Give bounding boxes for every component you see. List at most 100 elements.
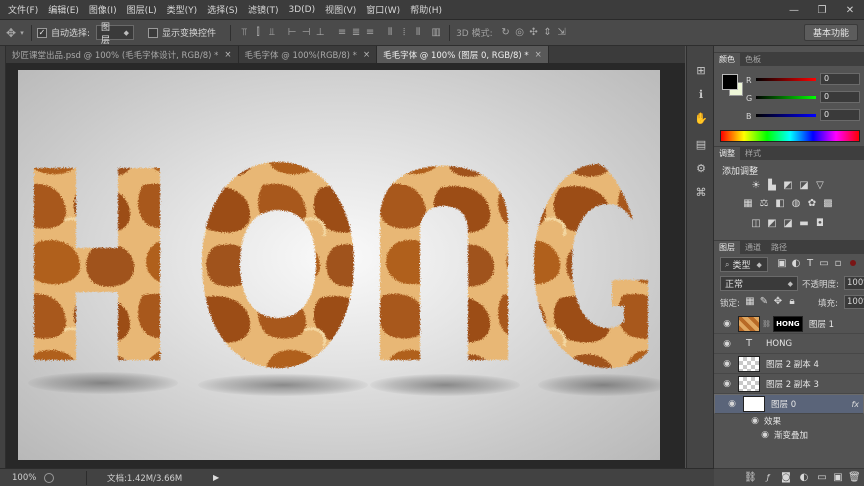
link-layers-icon[interactable]: ⛓: [744, 472, 757, 484]
workspace-button[interactable]: 基本功能: [803, 24, 858, 41]
menu-image[interactable]: 图像(I): [84, 3, 122, 16]
auto-select-checkbox[interactable]: ✓: [37, 27, 47, 38]
g-slider[interactable]: [756, 96, 816, 99]
auto-align-icon[interactable]: ▥: [429, 26, 443, 40]
document-tab[interactable]: 毛毛字体 @ 100%(RGB/8) * ×: [239, 46, 378, 63]
filter-adjustment-icon[interactable]: ◐: [790, 258, 802, 270]
visibility-eye-icon[interactable]: ◉: [720, 339, 734, 349]
color-spectrum[interactable]: [720, 130, 860, 142]
blend-mode-dropdown[interactable]: 正常 ◆: [720, 276, 798, 291]
visibility-eye-icon[interactable]: ◉: [720, 379, 734, 389]
menu-edit[interactable]: 编辑(E): [43, 3, 84, 16]
restore-button[interactable]: ❐: [808, 0, 836, 20]
r-value[interactable]: 0: [820, 73, 860, 85]
3d-roll-icon[interactable]: ◎: [513, 26, 527, 40]
black-white-icon[interactable]: ◧: [774, 198, 786, 210]
align-right-icon[interactable]: ⊥: [313, 26, 327, 40]
lock-position-icon[interactable]: ✥: [772, 296, 784, 308]
menu-select[interactable]: 选择(S): [202, 3, 243, 16]
filter-pixel-icon[interactable]: ▣: [776, 258, 788, 270]
distribute-top-icon[interactable]: ≡: [335, 26, 349, 40]
b-value[interactable]: 0: [820, 109, 860, 121]
character-icon[interactable]: ⚙: [694, 162, 708, 176]
tab-color[interactable]: 颜色: [714, 53, 740, 66]
minimize-button[interactable]: —: [780, 0, 808, 20]
add-mask-icon[interactable]: ◙: [780, 472, 792, 484]
filter-toggle-icon[interactable]: [850, 260, 856, 266]
3d-drag-icon[interactable]: ✣: [527, 26, 541, 40]
distribute-hcenter-icon[interactable]: ⦙: [397, 26, 411, 40]
paragraph-icon[interactable]: ⌘: [694, 186, 708, 200]
fx-badge[interactable]: fx: [851, 400, 859, 409]
align-vcenter-icon[interactable]: ⫿: [251, 26, 265, 40]
effects-row[interactable]: ◉ 效果: [714, 414, 864, 428]
menu-help[interactable]: 帮助(H): [405, 3, 447, 16]
menu-view[interactable]: 视图(V): [320, 3, 361, 16]
close-tab-icon[interactable]: ×: [535, 50, 542, 60]
layer-row[interactable]: ◉ T HONG: [714, 334, 864, 354]
exposure-icon[interactable]: ◪: [798, 180, 810, 192]
properties-icon[interactable]: ℹ: [694, 88, 708, 102]
layer-row[interactable]: ◉ ⛓ HONG 图层 1: [714, 314, 864, 334]
new-layer-icon[interactable]: ▣: [832, 472, 844, 484]
gradient-map-icon[interactable]: ▬: [798, 218, 810, 230]
move-tool-icon[interactable]: ✥: [4, 26, 18, 40]
zoom-level[interactable]: 100%: [12, 473, 40, 483]
color-lookup-icon[interactable]: ▩: [822, 198, 834, 210]
filter-type-icon[interactable]: T: [804, 258, 816, 270]
distribute-vcenter-icon[interactable]: ≣: [349, 26, 363, 40]
distribute-bottom-icon[interactable]: ≡: [363, 26, 377, 40]
layer-filter-dropdown[interactable]: ⌕ 类型 ◆: [720, 257, 768, 272]
layer-row[interactable]: ◉ 图层 2 副本 3: [714, 374, 864, 394]
tool-presets-icon[interactable]: ✋: [694, 112, 708, 126]
tab-styles[interactable]: 样式: [740, 147, 766, 160]
share-icon[interactable]: [44, 472, 54, 483]
layer-row-selected[interactable]: ◉ 图层 0 fx: [714, 394, 864, 414]
b-slider[interactable]: [756, 114, 816, 117]
menu-type[interactable]: 类型(Y): [162, 3, 203, 16]
tab-swatches[interactable]: 色板: [740, 53, 766, 66]
menu-layer[interactable]: 图层(L): [122, 3, 162, 16]
hue-saturation-icon[interactable]: ▦: [742, 198, 754, 210]
invert-icon[interactable]: ◫: [750, 218, 762, 230]
fill-value[interactable]: 100%: [844, 295, 864, 309]
posterize-icon[interactable]: ◩: [766, 218, 778, 230]
filter-shape-icon[interactable]: ▭: [818, 258, 830, 270]
align-hcenter-icon[interactable]: ⊣: [299, 26, 313, 40]
visibility-eye-icon[interactable]: ◉: [720, 359, 734, 369]
channel-mixer-icon[interactable]: ✿: [806, 198, 818, 210]
info-menu-arrow-icon[interactable]: ▶: [213, 473, 219, 482]
close-tab-icon[interactable]: ×: [363, 50, 370, 60]
visibility-eye-icon[interactable]: ◉: [750, 416, 760, 426]
align-top-icon[interactable]: ⫪: [237, 26, 251, 40]
menu-window[interactable]: 窗口(W): [361, 3, 405, 16]
delete-layer-icon[interactable]: 🗑︎: [848, 472, 861, 484]
3d-scale-icon[interactable]: ⇲: [555, 26, 569, 40]
brush-presets-icon[interactable]: ▤: [694, 138, 708, 152]
tool-preset-chevron-icon[interactable]: ▾: [18, 26, 26, 40]
new-fill-layer-icon[interactable]: ◐: [798, 472, 810, 484]
g-value[interactable]: 0: [820, 91, 860, 103]
lock-transparent-icon[interactable]: ▦: [744, 296, 756, 308]
auto-select-dropdown[interactable]: 图层 ◆: [96, 23, 135, 46]
r-slider[interactable]: [756, 78, 816, 81]
lock-all-icon[interactable]: 🔒︎: [786, 296, 798, 308]
history-icon[interactable]: ⊞: [694, 64, 708, 78]
3d-slide-icon[interactable]: ⇕: [541, 26, 555, 40]
menu-3d[interactable]: 3D(D): [283, 5, 320, 15]
color-balance-icon[interactable]: ⚖: [758, 198, 770, 210]
opacity-value[interactable]: 100%: [844, 276, 864, 290]
threshold-icon[interactable]: ◪: [782, 218, 794, 230]
show-transform-checkbox[interactable]: [148, 27, 159, 38]
photo-filter-icon[interactable]: ◍: [790, 198, 802, 210]
visibility-eye-icon[interactable]: ◉: [760, 430, 770, 440]
menu-filter[interactable]: 滤镜(T): [243, 3, 284, 16]
distribute-right-icon[interactable]: ⦀: [411, 26, 425, 40]
close-button[interactable]: ✕: [836, 0, 864, 20]
curves-icon[interactable]: ◩: [782, 180, 794, 192]
layer-row[interactable]: ◉ 图层 2 副本 4: [714, 354, 864, 374]
brightness-icon[interactable]: ☀: [750, 180, 762, 192]
distribute-left-icon[interactable]: ⦀: [383, 26, 397, 40]
close-tab-icon[interactable]: ×: [224, 50, 231, 60]
tab-channels[interactable]: 通道: [740, 241, 766, 254]
